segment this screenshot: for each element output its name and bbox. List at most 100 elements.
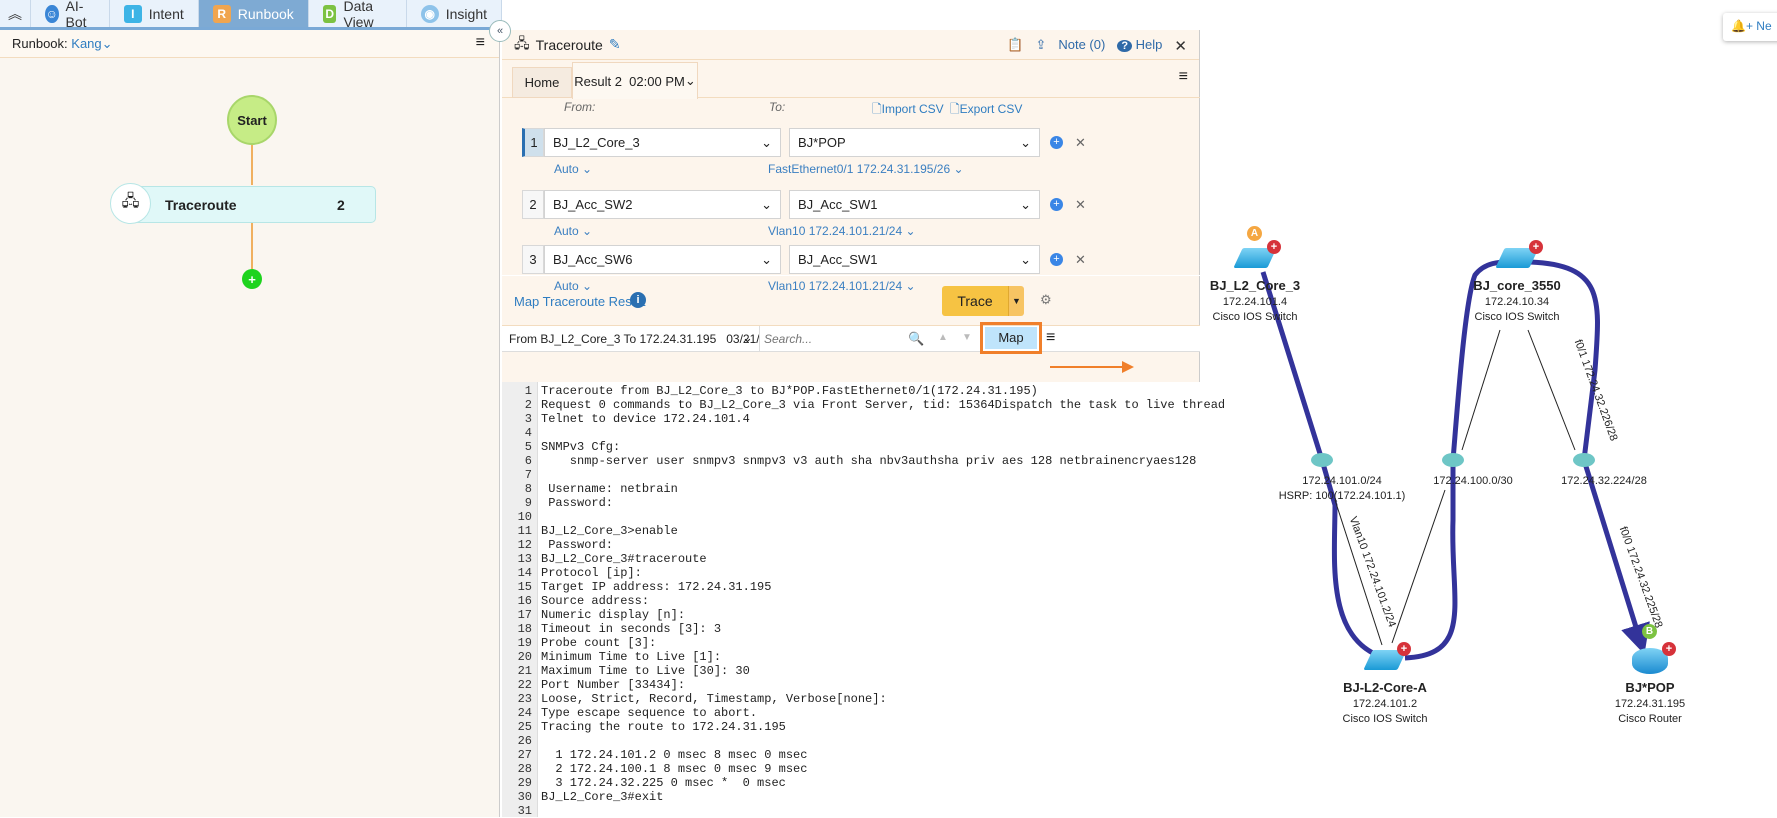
search-doc-icon[interactable]: 🔍 [908, 331, 924, 347]
topology-map[interactable]: A + BJ_L2_Core_3 172.24.101.4 Cisco IOS Swi… [1050, 0, 1777, 817]
from-device-select[interactable]: BJ_L2_Core_3 ⌄ [544, 128, 781, 157]
runbook-panel: Runbook: Kang ⌄ ≡ Start Traceroute 2 🖧 + [0, 30, 500, 817]
add-row-icon[interactable]: + [1050, 198, 1063, 211]
remove-row-icon[interactable]: ✕ [1075, 197, 1086, 213]
subnet-label: 172.24.32.224/28 [1561, 475, 1647, 487]
device-label: BJ*POP 172.24.31.195 Cisco Router [1614, 680, 1686, 725]
line-number: 12 [517, 538, 532, 552]
tab-result[interactable]: Result 2 02:00 PM ⌄ [572, 62, 698, 99]
code-line: Request 0 commands to BJ_L2_Core_3 via F… [541, 398, 1226, 412]
path-endpoint-badge: A [1247, 226, 1262, 241]
code-line: BJ_L2_Core_3>enable [541, 524, 678, 538]
line-number: 13 [517, 552, 532, 566]
trace-row: 3 BJ_Acc_SW6 ⌄ BJ_Acc_SW1 ⌄ + ✕ [522, 245, 1086, 274]
row-number[interactable]: 3 [522, 245, 544, 274]
close-icon[interactable]: ✕ [1174, 37, 1187, 55]
result-select[interactable]: From BJ_L2_Core_3 To 172.24.31.195 03/21… [502, 326, 760, 352]
from-interface-select[interactable]: Auto ⌄ [554, 162, 592, 176]
bell-icon: 🔔 [1731, 19, 1746, 33]
runbook-name-dropdown[interactable]: Kang [71, 36, 101, 51]
settings-icon[interactable]: ⚙ [1040, 292, 1052, 308]
search-input[interactable] [764, 329, 884, 349]
robot-icon: ☺ [45, 4, 59, 23]
add-device-icon[interactable]: + [1529, 240, 1543, 254]
line-number: 4 [524, 426, 532, 440]
to-interface-select[interactable]: FastEthernet0/1 172.24.31.195/26 ⌄ [768, 162, 964, 176]
tab-insight[interactable]: ◉ Insight [407, 0, 502, 27]
edit-icon[interactable]: ✎ [609, 36, 621, 53]
line-number: 14 [517, 566, 532, 580]
export-csv-button[interactable]: 🗋Export CSV [950, 100, 1022, 121]
clipboard-icon[interactable]: 📋 [1007, 37, 1023, 55]
code-line: Tracing the route to 172.24.31.195 [541, 720, 786, 734]
start-node[interactable]: Start [227, 95, 277, 145]
line-number: 28 [517, 762, 532, 776]
to-device-select[interactable]: BJ_Acc_SW1 ⌄ [789, 190, 1040, 219]
to-interface-select[interactable]: Vlan10 172.24.101.21/24 ⌄ [768, 224, 916, 238]
add-row-icon[interactable]: + [1050, 136, 1063, 149]
remove-row-icon[interactable]: ✕ [1075, 135, 1086, 151]
share-icon[interactable]: ⇪ [1035, 37, 1046, 55]
chevron-down-icon: ⌄ [761, 196, 772, 212]
next-arrow-icon[interactable]: ▼ [962, 332, 972, 343]
device-label: BJ-L2-Core-A 172.24.101.2 Cisco IOS Switch [1342, 680, 1428, 725]
from-device-select[interactable]: BJ_Acc_SW2 ⌄ [544, 190, 781, 219]
collapse-top-button[interactable]: ︽ [0, 0, 31, 27]
line-number: 15 [517, 580, 532, 594]
line-number: 10 [517, 510, 532, 524]
chevron-down-icon: ⌄ [1020, 251, 1031, 267]
top-tab-bar: ︽ ☺ AI-Bot I Intent R Runbook D Data View ◉ I… [0, 0, 502, 30]
line-number: 23 [517, 692, 532, 706]
collapse-panel-button[interactable]: « [489, 20, 511, 42]
code-line: Numeric display [n]: [541, 608, 686, 622]
traceroute-panel: 🖧 Traceroute ✎ 📋 ⇪ Note (0) ? Help ✕ Hom… [502, 30, 1225, 818]
row-number[interactable]: 2 [522, 190, 544, 219]
import-csv-button[interactable]: 🗋Import CSV [872, 100, 944, 121]
line-number: 22 [517, 678, 532, 692]
line-number: 18 [517, 622, 532, 636]
help-link[interactable]: ? Help [1117, 37, 1162, 55]
notification-button[interactable]: 🔔+ Ne [1723, 13, 1777, 41]
info-icon[interactable]: i [630, 292, 646, 308]
tab-runbook[interactable]: R Runbook [198, 0, 309, 27]
device-label: BJ_core_3550 172.24.10.34 Cisco IOS Switch [1473, 278, 1561, 323]
row-number[interactable]: 1 [522, 128, 544, 157]
map-traceroute-result-link[interactable]: Map Traceroute Result [514, 294, 646, 309]
add-device-icon[interactable]: + [1662, 642, 1676, 656]
remove-row-icon[interactable]: ✕ [1075, 252, 1086, 268]
note-link[interactable]: Note (0) [1058, 37, 1105, 55]
line-number: 1 [524, 384, 532, 398]
line-number: 21 [517, 664, 532, 678]
code-line: 2 172.24.100.1 8 msec 0 msec 9 msec [541, 762, 808, 776]
tab-home[interactable]: Home [512, 67, 572, 98]
tab-intent[interactable]: I Intent [110, 0, 199, 27]
traceroute-node[interactable]: Traceroute 2 [130, 186, 376, 223]
line-number: 27 [517, 748, 532, 762]
menu-icon[interactable]: ≡ [476, 35, 485, 51]
map-button[interactable]: Map [980, 322, 1042, 354]
map-links [1260, 259, 1650, 661]
line-number: 17 [517, 608, 532, 622]
tab-data-view[interactable]: D Data View [309, 0, 407, 30]
line-number: 6 [524, 454, 532, 468]
node-count: 2 [337, 197, 345, 213]
code-line: Minimum Time to Live [1]: [541, 650, 722, 664]
menu-icon[interactable]: ≡ [1046, 329, 1055, 347]
menu-icon[interactable]: ≡ [1179, 68, 1188, 86]
add-step-button[interactable]: + [242, 269, 262, 289]
code-viewer[interactable]: 1 Traceroute from BJ_L2_Core_3 to BJ*POP.… [502, 382, 1225, 818]
trace-button[interactable]: Trace [942, 286, 1008, 316]
previous-arrow-icon[interactable]: ▲ [938, 332, 948, 343]
line-number: 3 [524, 412, 532, 426]
trace-dropdown-button[interactable]: ▼ [1008, 286, 1024, 316]
from-device-select[interactable]: BJ_Acc_SW6 ⌄ [544, 245, 781, 274]
add-row-icon[interactable]: + [1050, 253, 1063, 266]
to-device-select[interactable]: BJ_Acc_SW1 ⌄ [789, 245, 1040, 274]
from-interface-select[interactable]: Auto ⌄ [554, 224, 592, 238]
code-line: Source address: [541, 594, 650, 608]
code-line: 1 172.24.101.2 0 msec 8 msec 0 msec [541, 748, 808, 762]
add-device-icon[interactable]: + [1397, 642, 1411, 656]
add-device-icon[interactable]: + [1267, 240, 1281, 254]
to-device-select[interactable]: BJ*POP ⌄ [789, 128, 1040, 157]
tab-ai-bot[interactable]: ☺ AI-Bot [31, 0, 110, 30]
